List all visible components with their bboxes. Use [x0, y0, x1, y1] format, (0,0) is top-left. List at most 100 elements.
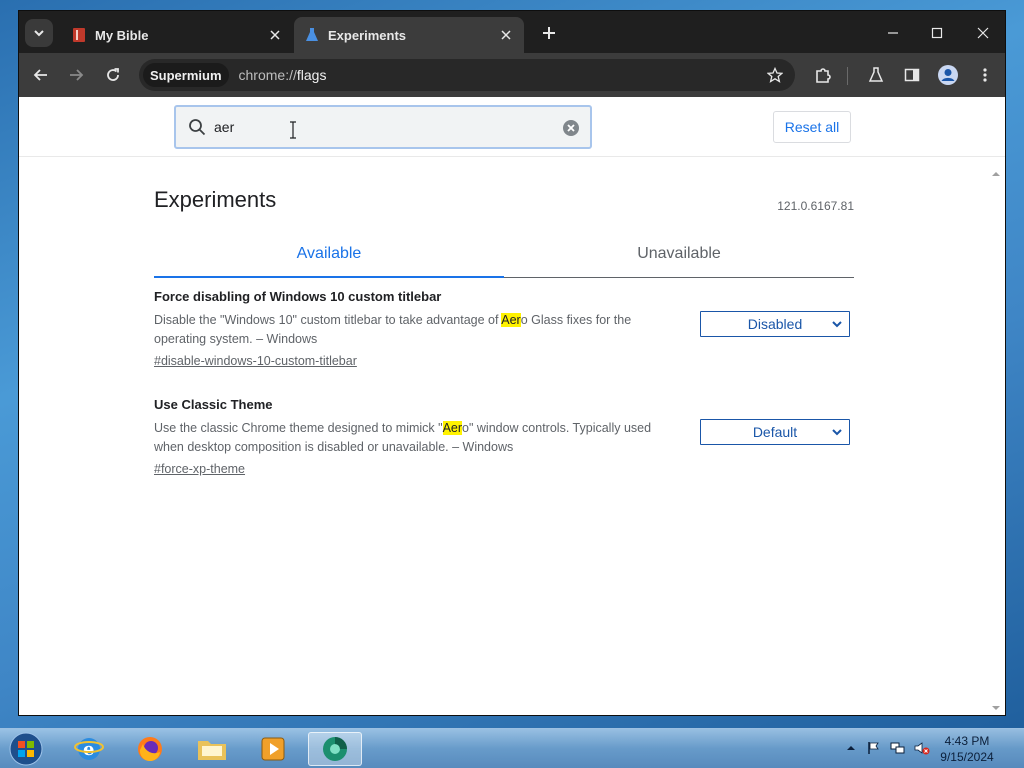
maximize-icon — [931, 27, 943, 39]
maximize-button[interactable] — [923, 19, 951, 47]
taskbar: e 4:43 PM 9/15/2024 — [0, 728, 1024, 768]
back-button[interactable] — [27, 61, 55, 89]
browser-toolbar: Supermium chrome://flags — [19, 53, 1005, 97]
scroll-up-arrow-icon[interactable] — [991, 169, 1001, 179]
speaker-muted-icon — [914, 742, 930, 755]
flag-name: Use Classic Theme — [154, 397, 273, 412]
url-text[interactable]: chrome://flags — [239, 67, 327, 83]
windows-logo-icon — [9, 732, 43, 766]
flags-page: Reset all Experiments 121.0.6167.81 Avai… — [19, 97, 1005, 715]
scroll-down-arrow-icon[interactable] — [991, 703, 1001, 713]
arrow-right-icon — [70, 69, 84, 81]
reload-button[interactable] — [99, 61, 127, 89]
supermium-icon — [323, 737, 347, 761]
tab-selected-underline — [154, 276, 504, 278]
tab-strip: My Bible Experiments — [19, 11, 1005, 53]
tab-title: My Bible — [95, 27, 149, 43]
chevron-down-icon — [832, 429, 842, 436]
media-player-icon — [261, 737, 285, 761]
taskbar-explorer[interactable] — [185, 732, 239, 766]
chevron-down-icon — [832, 321, 842, 328]
close-icon[interactable] — [267, 27, 283, 43]
tab-search-button[interactable] — [25, 19, 53, 47]
flag-item: Force disabling of Windows 10 custom tit… — [154, 289, 854, 370]
taskbar-supermium[interactable] — [308, 732, 362, 766]
menu-button[interactable] — [971, 61, 999, 89]
bible-icon — [71, 27, 87, 43]
url-scheme: chrome:// — [238, 67, 297, 83]
flags-header: Reset all — [19, 97, 1005, 157]
minimize-button[interactable] — [879, 19, 907, 47]
minimize-icon — [888, 32, 898, 34]
select-value: Disabled — [747, 316, 803, 332]
tab-title: Experiments — [328, 27, 407, 43]
chevron-down-icon — [34, 30, 44, 37]
search-input[interactable] — [214, 119, 544, 135]
volume-tray[interactable] — [913, 739, 931, 757]
folder-icon — [198, 741, 226, 760]
show-hidden-icons-button[interactable] — [842, 739, 860, 757]
flask-icon — [304, 27, 320, 43]
flag-icon — [868, 742, 879, 754]
select-value: Default — [752, 424, 798, 440]
taskbar-media-player[interactable] — [246, 732, 300, 766]
reload-icon — [107, 68, 119, 81]
flag-description: Disable the "Windows 10" custom titlebar… — [154, 311, 674, 349]
network-tray[interactable] — [889, 739, 907, 757]
reset-all-button[interactable]: Reset all — [773, 111, 851, 143]
start-button[interactable] — [6, 730, 46, 768]
tab-experiments[interactable]: Experiments — [294, 17, 524, 53]
flag-description: Use the classic Chrome theme designed to… — [154, 419, 674, 457]
close-icon[interactable] — [498, 27, 514, 43]
search-match-highlight: Aer — [501, 313, 521, 327]
url-host: flags — [296, 67, 327, 83]
flag-item: Use Classic Theme Use the classic Chrome… — [154, 397, 854, 478]
bookmark-star-icon[interactable] — [763, 63, 787, 87]
avatar-icon — [938, 65, 958, 85]
search-box[interactable] — [174, 105, 592, 149]
flag-desc-text: Disable the "Windows 10" custom titlebar… — [154, 313, 502, 327]
firefox-icon — [138, 737, 162, 762]
taskbar-clock[interactable]: 4:43 PM 9/15/2024 — [932, 733, 1002, 765]
internet-explorer-icon: e — [74, 738, 104, 760]
flag-desc-text: Use the classic Chrome theme designed to… — [154, 421, 443, 435]
forward-button[interactable] — [62, 61, 90, 89]
close-window-button[interactable] — [969, 19, 997, 47]
text-cursor-icon — [290, 121, 296, 139]
flag-state-select[interactable]: Default — [700, 419, 850, 445]
clock-date: 9/15/2024 — [940, 750, 994, 764]
tab-unavailable[interactable]: Unavailable — [504, 245, 854, 263]
network-icon — [890, 742, 905, 754]
flag-name: Force disabling of Windows 10 custom tit… — [154, 289, 442, 304]
plus-icon — [543, 27, 555, 39]
arrow-left-icon — [33, 69, 47, 81]
labs-button[interactable] — [862, 61, 890, 89]
side-panel-button[interactable] — [898, 61, 926, 89]
page-title: Experiments — [154, 187, 277, 212]
tab-available[interactable]: Available — [154, 245, 504, 263]
browser-window: My Bible Experiments Supermium chrome://… — [18, 10, 1006, 716]
clock-time: 4:43 PM — [944, 734, 990, 748]
new-tab-button[interactable] — [537, 21, 561, 45]
close-icon — [977, 27, 989, 39]
side-panel-icon — [904, 68, 920, 82]
clear-search-icon[interactable] — [562, 119, 580, 137]
flag-permalink[interactable]: #force-xp-theme — [154, 462, 245, 476]
version-label: 121.0.6167.81 — [777, 199, 854, 213]
site-chip[interactable]: Supermium — [143, 63, 229, 87]
address-bar[interactable]: Supermium chrome://flags — [139, 59, 795, 91]
taskbar-internet-explorer[interactable]: e — [62, 732, 116, 766]
flag-permalink[interactable]: #disable-windows-10-custom-titlebar — [154, 354, 357, 368]
search-match-highlight: Aer — [442, 421, 463, 435]
profile-button[interactable] — [934, 61, 962, 89]
flask-icon — [868, 67, 884, 82]
tab-my-bible[interactable]: My Bible — [61, 17, 293, 53]
chevron-up-icon — [847, 746, 855, 750]
flags-tabs: Available Unavailable — [154, 231, 854, 278]
more-vertical-icon — [983, 68, 987, 82]
toolbar-divider — [847, 67, 848, 85]
taskbar-firefox[interactable] — [123, 732, 177, 766]
action-center-tray[interactable] — [865, 739, 883, 757]
extensions-button[interactable] — [809, 61, 837, 89]
flag-state-select[interactable]: Disabled — [700, 311, 850, 337]
